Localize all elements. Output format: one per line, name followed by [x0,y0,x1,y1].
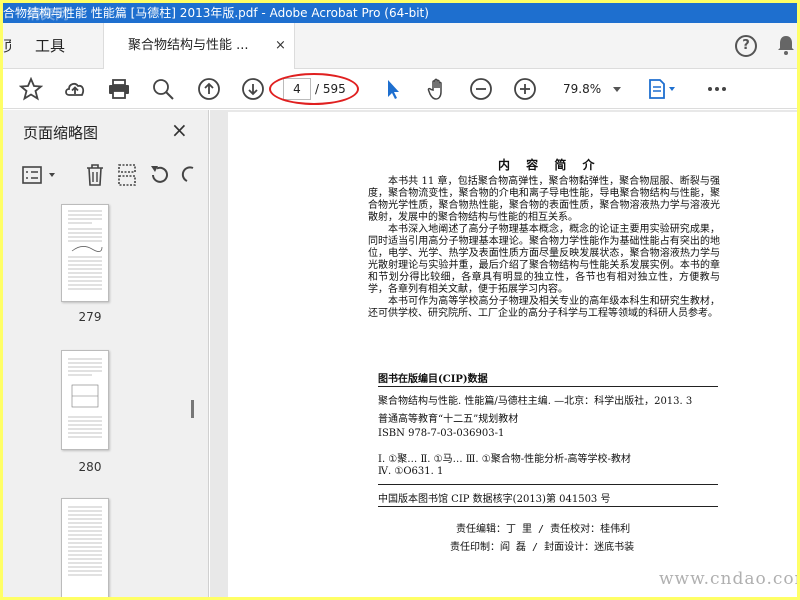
tab-home[interactable]: 页 [3,23,11,69]
cip-line: Ⅰ. ①聚… Ⅱ. ①马… Ⅲ. ①聚合物-性能分析-高等学校-教材 [378,454,631,465]
panel-title: 页面缩略图 [23,124,99,142]
bookmark-star-icon[interactable] [19,77,43,101]
title-bar: 合物结构与性能 性能篇 [马德柱] 2013年版.pdf - Adobe Acr… [3,3,797,23]
page-fit-icon[interactable] [647,77,677,101]
cip-line: 聚合物结构与性能. 性能篇/马德柱主编. —北京：科学出版社，2013. 3 [378,396,693,407]
page-paragraph: 本书深入地阐述了高分子物理基本概念，概念的论证主要用实验研究成果，同时适当引用高… [368,224,720,295]
thumbnail-list: 279 280 [3,198,193,597]
hand-tool-icon[interactable] [425,77,449,101]
zoom-dropdown-caret-icon[interactable] [613,87,621,92]
page-paragraph: 本书可作为高等学校高分子物理及相关专业的高年级本科生和研究生教材，还可供学校、研… [368,296,720,319]
tab-close-button[interactable]: × [275,23,286,69]
print-icon[interactable] [107,77,131,101]
credits-line: 责任印制：阎 磊 / 封面设计：迷底书装 [450,542,635,553]
page-heading: 内 容 简 介 [498,158,601,172]
more-options-icon[interactable] [705,77,729,101]
cip-line: ISBN 978-7-03-036903-1 [378,428,505,439]
cip-divider [378,484,718,485]
credits-line: 责任编辑：丁 里 / 责任校对：桂伟利 [456,524,631,535]
zoom-search-icon[interactable] [151,77,175,101]
rotate-counterclockwise-icon[interactable] [147,163,171,187]
page-thumbnail[interactable] [61,204,109,302]
panel-toolbar [3,158,209,194]
delete-trash-icon[interactable] [83,162,107,188]
zoom-out-icon[interactable] [469,77,493,101]
pdf-page: 内 容 简 介 本书共 11 章，包括聚合物高弹性，聚合物黏弹性，聚合物屈服、断… [228,112,797,597]
previous-page-icon[interactable] [197,77,221,101]
thumbnail-page-label: 280 [78,460,102,474]
thumbnail-options-icon[interactable] [21,164,63,186]
tab-document-label: 聚合物结构与性能 ... [128,38,249,53]
cip-line: Ⅳ. ①O631. 1 [378,466,444,477]
rotate-clockwise-icon[interactable] [181,163,195,187]
extract-pages-icon[interactable] [115,162,139,188]
select-pointer-icon[interactable] [381,77,405,101]
panel-scrollbar-handle[interactable] [191,400,194,418]
document-view: 内 容 简 介 本书共 11 章，包括聚合物高弹性，聚合物黏弹性，聚合物屈服、断… [210,110,797,597]
notification-bell-icon[interactable] [777,35,795,55]
thumbnail-page-label: 279 [78,310,102,324]
cip-divider [378,386,718,387]
watermark-logo: 清爽网 [27,7,69,23]
tab-document[interactable]: 聚合物结构与性能 ... [103,23,295,69]
cip-divider [378,506,718,507]
tab-bar: 页 工具 聚合物结构与性能 ... × ? [3,23,797,69]
page-paragraph: 本书共 11 章，包括聚合物高弹性，聚合物黏弹性，聚合物屈服、断裂与强度，聚合物… [368,176,720,223]
zoom-in-icon[interactable] [513,77,537,101]
help-icon[interactable]: ? [735,35,757,57]
site-watermark: www.cndao.com [659,569,797,589]
acrobat-window: 合物结构与性能 性能篇 [马德柱] 2013年版.pdf - Adobe Acr… [3,3,797,597]
page-thumbnail[interactable] [61,350,109,450]
page-thumbnail[interactable] [61,498,109,597]
red-highlight-annotation [269,73,359,105]
cip-title: 图书在版编目(CIP)数据 [378,374,488,385]
panel-close-button[interactable]: × [171,118,188,142]
next-page-icon[interactable] [241,77,265,101]
thumbnail-panel: 页面缩略图 × 279 280 [3,110,209,597]
cip-line: 普通高等教育“十二五”规划教材 [378,414,519,425]
cip-line: 中国版本图书馆 CIP 数据核字(2013)第 041503 号 [378,494,611,505]
upload-cloud-icon[interactable] [63,77,87,101]
tab-tools[interactable]: 工具 [35,23,65,69]
main-toolbar: 4 / 595 79.8% [3,69,797,109]
